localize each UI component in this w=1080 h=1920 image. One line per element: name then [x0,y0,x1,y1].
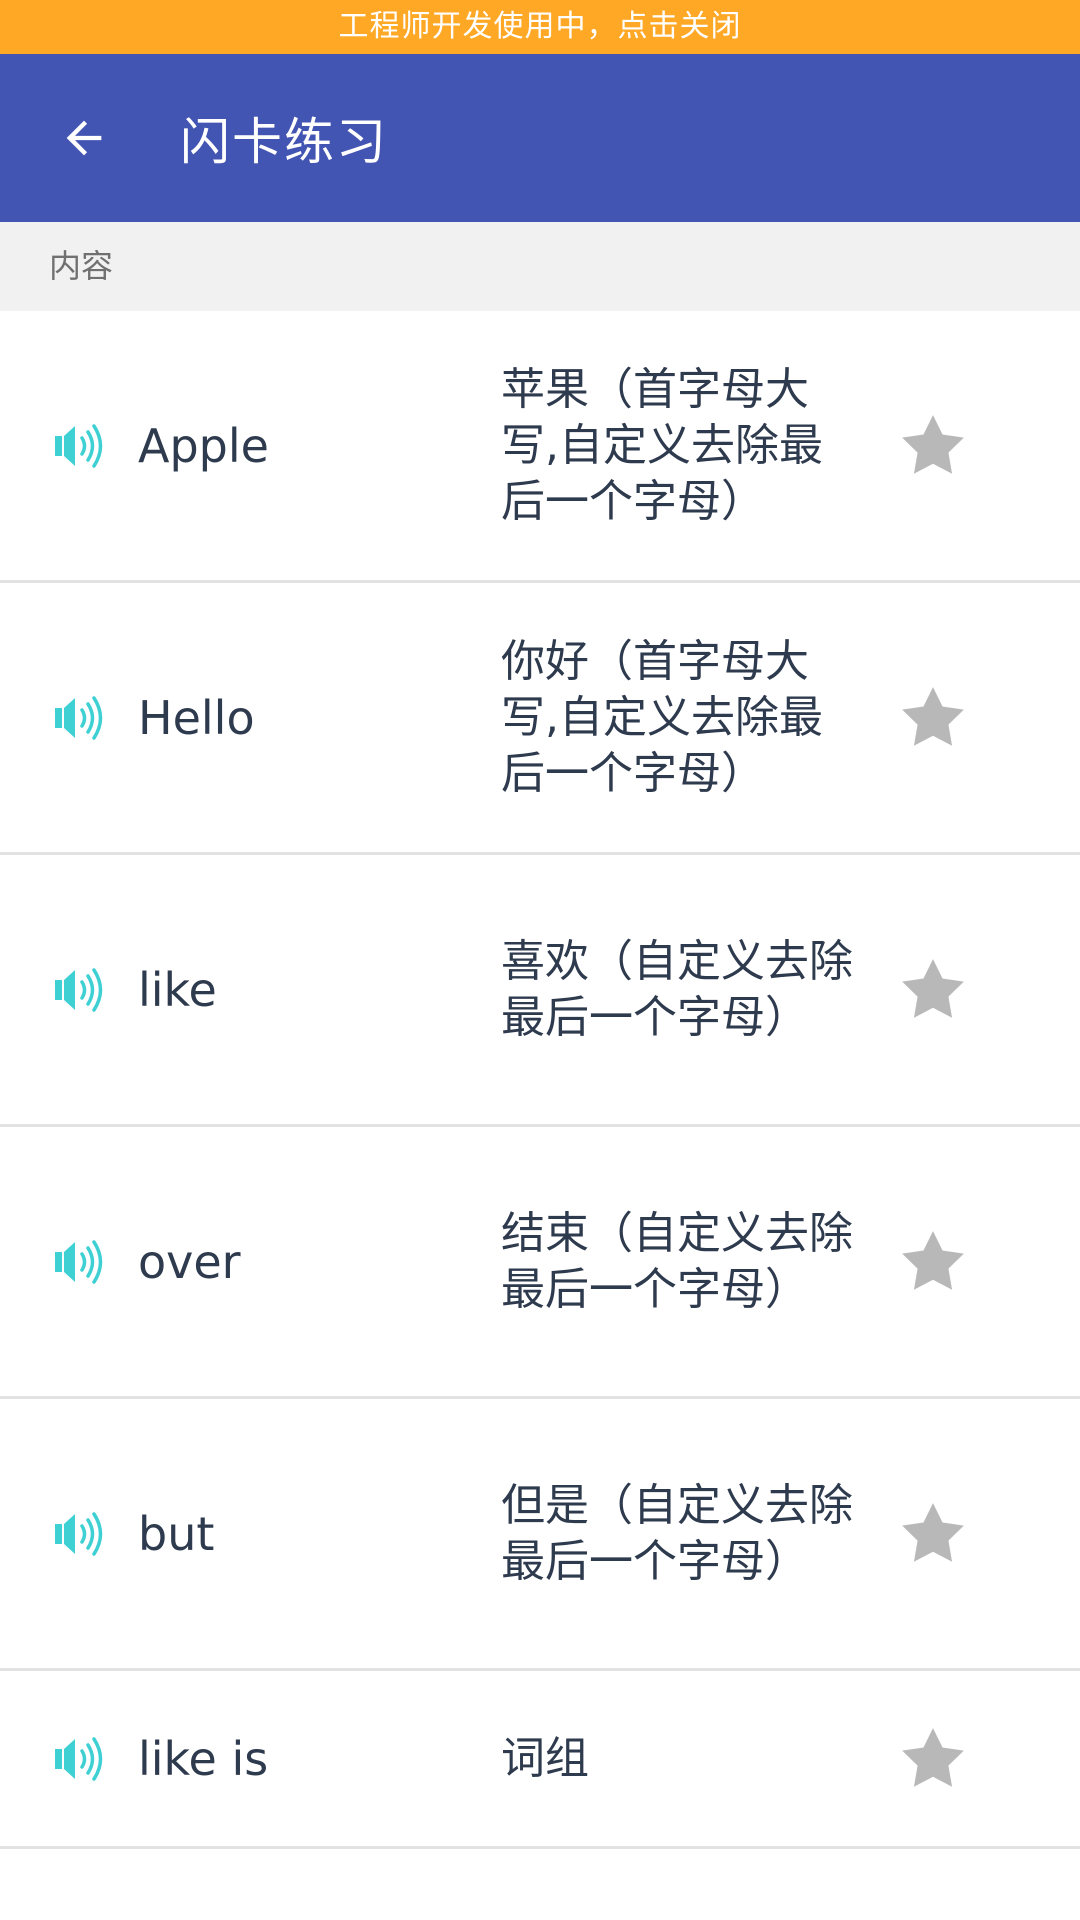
star-icon [902,1502,964,1562]
play-audio-button[interactable] [51,416,111,476]
back-button[interactable] [24,78,144,198]
favorite-button[interactable] [893,1222,973,1302]
app-bar: 闪卡练习 [0,54,1080,222]
favorite-button[interactable] [893,406,973,486]
favorite-button[interactable] [893,950,973,1030]
favorite-button[interactable] [893,1494,973,1574]
play-audio-button[interactable] [51,1729,111,1789]
star-icon [902,1727,964,1787]
star-icon [902,958,964,1018]
speaker-icon [55,1511,103,1556]
list-item[interactable]: like is 词组 [0,1671,1080,1849]
card-word: Apple [138,418,269,473]
page-title: 闪卡练习 [180,113,388,171]
section-header: 内容 [0,222,1080,311]
developer-mode-banner[interactable]: 工程师开发使用中，点击关闭 [0,0,1080,54]
card-word: over [138,1234,241,1289]
list-item[interactable]: like 喜欢（自定义去除最后一个字母） [0,855,1080,1127]
card-word: but [138,1506,215,1561]
play-audio-button[interactable] [51,1232,111,1292]
card-meaning: 喜欢（自定义去除最后一个字母） [501,935,853,1043]
favorite-button[interactable] [893,1719,973,1799]
speaker-icon [55,967,103,1012]
list-item[interactable]: Hello 你好（首字母大写,自定义去除最后一个字母） [0,583,1080,855]
card-meaning: 你好（首字母大写,自定义去除最后一个字母） [501,635,823,799]
list-item[interactable]: Apple 苹果（首字母大写,自定义去除最后一个字母） [0,311,1080,583]
card-meaning: 结束（自定义去除最后一个字母） [501,1207,853,1315]
speaker-icon [55,1239,103,1284]
star-icon [902,414,964,474]
favorite-button[interactable] [893,678,973,758]
speaker-icon [55,423,103,468]
flashcard-list: Apple 苹果（首字母大写,自定义去除最后一个字母） Hello 你好（首字母… [0,311,1080,1849]
card-meaning: 但是（自定义去除最后一个字母） [501,1479,853,1587]
card-word: like [138,962,217,1017]
list-item[interactable]: but 但是（自定义去除最后一个字母） [0,1399,1080,1671]
card-meaning: 词组 [501,1732,589,1784]
speaker-icon [55,1736,103,1781]
flashcard-practice-screen: 工程师开发使用中，点击关闭 闪卡练习 内容 Apple 苹果（首字母大写,自定义… [0,0,1080,1920]
card-word: like is [138,1731,269,1786]
speaker-icon [55,695,103,740]
card-meaning: 苹果（首字母大写,自定义去除最后一个字母） [501,363,823,527]
play-audio-button[interactable] [51,688,111,748]
card-word: Hello [138,690,255,745]
list-item[interactable]: over 结束（自定义去除最后一个字母） [0,1127,1080,1399]
arrow-left-icon [66,120,102,156]
star-icon [902,686,964,746]
play-audio-button[interactable] [51,960,111,1020]
star-icon [902,1230,964,1290]
play-audio-button[interactable] [51,1504,111,1564]
